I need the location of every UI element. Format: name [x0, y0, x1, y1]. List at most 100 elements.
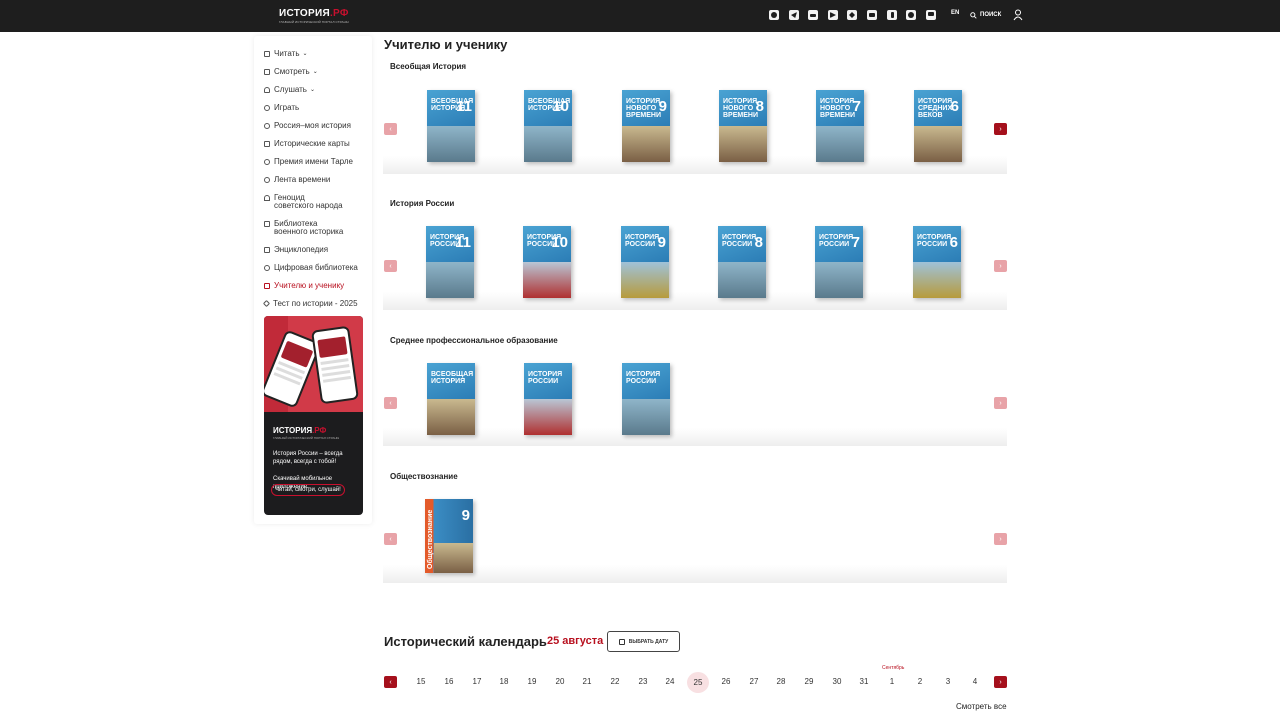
sidebar-item-tarle-prize[interactable]: Премия имени Тарле: [264, 158, 353, 166]
headphones-icon: [264, 87, 270, 93]
choose-date-button[interactable]: ВЫБРАТЬ ДАТУ: [607, 631, 680, 652]
laurel-icon: [264, 159, 270, 165]
sidebar-item-encyclopedia[interactable]: Энциклопедия: [264, 246, 328, 254]
sidebar-item-russia-my-history[interactable]: Россия–моя история: [264, 122, 351, 130]
sidebar-item-read[interactable]: Читать ⌄: [264, 50, 308, 58]
textbook-card[interactable]: Всеобщая история 11: [427, 90, 475, 162]
carousel-next-button[interactable]: ›: [994, 533, 1007, 545]
logo-tagline: ГЛАВНЫЙ ИСТОРИЧЕСКИЙ ПОРТАЛ СТРАНЫ: [279, 20, 349, 24]
calendar-day[interactable]: 26: [715, 676, 737, 688]
carousel-prev-button[interactable]: ‹: [384, 260, 397, 272]
sidebar-item-maps[interactable]: Исторические карты: [264, 140, 350, 148]
textbook-card[interactable]: История России 8: [718, 226, 766, 298]
logo-text: ИСТОРИЯ: [279, 8, 330, 19]
calendar-day[interactable]: 2: [909, 676, 931, 688]
sidebar-item-play[interactable]: Играть: [264, 104, 299, 112]
book-title: Всеобщая история: [431, 371, 474, 385]
calendar-day[interactable]: 31: [853, 676, 875, 688]
textbook-card[interactable]: История России 10: [523, 226, 571, 298]
calendar-day[interactable]: 28: [770, 676, 792, 688]
see-all-link[interactable]: Смотреть все: [956, 702, 1007, 711]
textbook-card[interactable]: Всеобщая история: [427, 363, 475, 435]
calendar-day[interactable]: 15: [410, 676, 432, 688]
encyclopedia-icon: [264, 247, 270, 253]
calendar-day[interactable]: 29: [798, 676, 820, 688]
memorial-flame-icon: [264, 195, 270, 201]
textbook-card[interactable]: История России 7: [815, 226, 863, 298]
calendar-day[interactable]: 17: [466, 676, 488, 688]
carousel-prev-button[interactable]: ‹: [384, 533, 397, 545]
textbook-card[interactable]: История средних веков 6: [914, 90, 962, 162]
sidebar-item-military-library[interactable]: Библиотека военного историка: [264, 220, 350, 236]
textbook-card[interactable]: Обществознание 9: [425, 499, 473, 573]
search-button[interactable]: ПОИСК: [970, 9, 1001, 21]
calendar-day[interactable]: 24: [659, 676, 681, 688]
user-icon[interactable]: [1013, 9, 1023, 21]
textbook-card[interactable]: История нового времени 9: [622, 90, 670, 162]
carousel-prev-button[interactable]: ‹: [384, 123, 397, 135]
calendar-prev-button[interactable]: ‹: [384, 676, 397, 688]
section-title: История России: [390, 199, 455, 208]
book-grade: 11: [456, 98, 472, 115]
chevron-right-icon: ›: [999, 678, 1002, 686]
gamepad-icon: [264, 105, 270, 111]
calendar-day[interactable]: 20: [549, 676, 571, 688]
calendar-day[interactable]: 30: [826, 676, 848, 688]
sidebar-item-label: Читать: [274, 49, 300, 58]
sidebar-item-digital-library[interactable]: Цифровая библиотека: [264, 264, 358, 272]
sidebar-item-history-test[interactable]: Тест по истории - 2025: [262, 300, 358, 308]
textbook-card[interactable]: История нового времени 7: [816, 90, 864, 162]
textbook-card[interactable]: История нового времени 8: [719, 90, 767, 162]
sidebar-item-timeline[interactable]: Лента времени: [264, 176, 330, 184]
carousel-next-button[interactable]: ›: [994, 260, 1007, 272]
calendar-day[interactable]: 1: [881, 676, 903, 688]
chevron-down-icon: ⌄: [302, 51, 308, 57]
promo-logo-tagline: ГЛАВНЫЙ ИСТОРИЧЕСКИЙ ПОРТАЛ СТРАНЫ: [273, 436, 340, 440]
calendar-day[interactable]: 19: [521, 676, 543, 688]
language-switch[interactable]: EN: [951, 10, 959, 16]
calendar-day[interactable]: 4: [964, 676, 986, 688]
sidebar-item-watch[interactable]: Смотреть ⌄: [264, 68, 318, 76]
calendar-day-selected[interactable]: 25: [687, 672, 709, 693]
mobile-app-promo-banner[interactable]: ИСТОРИЯ.РФ ГЛАВНЫЙ ИСТОРИЧЕСКИЙ ПОРТАЛ С…: [264, 316, 363, 515]
promo-cta[interactable]: Читай, смотри, слушай!: [271, 484, 345, 496]
promo-image: [264, 316, 363, 412]
book-title: История России: [626, 371, 661, 385]
textbook-card[interactable]: История России: [622, 363, 670, 435]
calendar-day[interactable]: 23: [632, 676, 654, 688]
book-icon: [264, 51, 270, 57]
book-title: История нового времени: [820, 98, 855, 119]
max-icon[interactable]: [769, 10, 779, 20]
sidebar-item-teacher-student[interactable]: Учителю и ученику: [264, 282, 344, 290]
site-logo[interactable]: ИСТОРИЯ.РФ ГЛАВНЫЙ ИСТОРИЧЕСКИЙ ПОРТАЛ С…: [279, 8, 351, 26]
telegram-icon[interactable]: [789, 10, 799, 20]
textbook-card[interactable]: История России 6: [913, 226, 961, 298]
search-icon: [970, 11, 977, 19]
book-grade: 9: [461, 507, 470, 524]
film-icon: [264, 69, 270, 75]
calendar-day[interactable]: 16: [438, 676, 460, 688]
youtube-icon[interactable]: [867, 10, 877, 20]
calendar-day[interactable]: 22: [604, 676, 626, 688]
vk-icon[interactable]: [808, 10, 818, 20]
ok-video-icon[interactable]: [906, 10, 916, 20]
carousel-next-button[interactable]: ›: [994, 397, 1007, 409]
calendar-next-button[interactable]: ›: [994, 676, 1007, 688]
tv-icon[interactable]: [926, 10, 936, 20]
textbook-card[interactable]: Всеобщая история 10: [524, 90, 572, 162]
dzen-icon[interactable]: [847, 10, 857, 20]
calendar-day[interactable]: 18: [493, 676, 515, 688]
sidebar: Читать ⌄ Смотреть ⌄ Слушать ⌄ Играть Россия…: [254, 36, 372, 524]
sidebar-item-genocide[interactable]: Геноцид советского народа: [264, 194, 344, 210]
calendar-day[interactable]: 27: [743, 676, 765, 688]
textbook-card[interactable]: История России 9: [621, 226, 669, 298]
rutube-icon[interactable]: [828, 10, 838, 20]
sidebar-item-listen[interactable]: Слушать ⌄: [264, 86, 315, 94]
calendar-day[interactable]: 21: [576, 676, 598, 688]
odnoklassniki-icon[interactable]: [887, 10, 897, 20]
textbook-card[interactable]: История России 11: [426, 226, 474, 298]
carousel-next-button[interactable]: ›: [994, 123, 1007, 135]
textbook-card[interactable]: История России: [524, 363, 572, 435]
calendar-day[interactable]: 3: [937, 676, 959, 688]
carousel-prev-button[interactable]: ‹: [384, 397, 397, 409]
